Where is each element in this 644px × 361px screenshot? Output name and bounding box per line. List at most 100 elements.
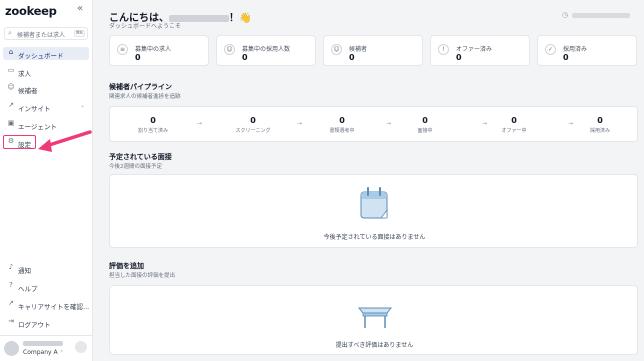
stat-label: 候補者 bbox=[349, 46, 368, 53]
interviews-title: 予定されている面接 bbox=[109, 153, 172, 161]
stage-label: 書類選考中 bbox=[329, 128, 355, 134]
briefcase-icon: ▭ bbox=[7, 66, 15, 74]
search-input[interactable]: ⌕ 候補者または求人 ⌘K bbox=[4, 27, 88, 40]
warning-icon: ! bbox=[438, 44, 449, 55]
sidebar-item-label: 求人 bbox=[18, 70, 31, 78]
stage-value: 0 bbox=[150, 116, 156, 125]
pipeline-stage[interactable]: 0 書類選考中 bbox=[302, 116, 382, 134]
pipeline-subtitle: 関連求人の候補者進捗を追跡 bbox=[109, 94, 181, 100]
stat-value: 0 bbox=[349, 53, 355, 62]
evaluations-empty-message: 提出すべき評価はありません bbox=[335, 342, 414, 349]
sidebar-item-label: 候補者 bbox=[18, 87, 38, 95]
stage-value: 0 bbox=[511, 116, 517, 125]
stage-label: スクリーニング bbox=[235, 128, 271, 134]
stat-value: 0 bbox=[563, 53, 569, 62]
sidebar-item-notifications[interactable]: ♪ 通知 bbox=[3, 262, 89, 275]
logout-icon: ⇥ bbox=[8, 317, 14, 325]
pipeline-stage[interactable]: 0 面接中 bbox=[385, 116, 465, 134]
annotation-arrow bbox=[38, 130, 92, 152]
interviews-panel: 今後予定されている面接はありません bbox=[109, 174, 638, 248]
annotation-highlight-box bbox=[3, 135, 36, 149]
stage-value: 0 bbox=[597, 116, 603, 125]
stat-value: 0 bbox=[135, 53, 141, 62]
pipeline-stage[interactable]: 0 オファー中 bbox=[474, 116, 554, 134]
stat-card-open-headcount[interactable]: ☺ 募集中の採用人数 0 bbox=[216, 35, 316, 66]
sidebar: zookeep « ⌕ 候補者または求人 ⌘K ⌂ ダッシュボード ▭ 求人 ☺… bbox=[0, 0, 93, 361]
main-content: こんにちは、 ！👋 ダッシュボードへようこそ ◷ ≡ 募集中の求人 0 ☺ 募集中… bbox=[93, 0, 644, 361]
sidebar-item-label: ログアウト bbox=[18, 321, 51, 329]
pipeline-panel: 0 割り当て済み → 0 スクリーニング → 0 書類選考中 → 0 面接中 →… bbox=[109, 106, 638, 142]
arrow-right-icon: → bbox=[197, 120, 203, 127]
user-circle-icon: ☺ bbox=[224, 44, 235, 55]
search-placeholder: 候補者または求人 bbox=[17, 32, 66, 39]
stat-card-open-jobs[interactable]: ≡ 募集中の求人 0 bbox=[109, 35, 209, 66]
search-shortcut: ⌘K bbox=[73, 30, 85, 37]
last-updated: ◷ bbox=[562, 11, 632, 19]
avatar bbox=[4, 341, 19, 356]
desk-illustration-icon bbox=[357, 307, 393, 328]
globe-icon[interactable] bbox=[75, 341, 87, 353]
page-subtitle: ダッシュボードへようこそ bbox=[109, 23, 182, 30]
chevron-up-icon: ⌃ bbox=[59, 350, 64, 356]
stat-card-candidates[interactable]: ☺ 候補者 0 bbox=[323, 35, 423, 66]
pipeline-title: 候補者パイプライン bbox=[109, 83, 172, 91]
stat-label: 募集中の求人 bbox=[135, 46, 172, 53]
users-icon: ☺ bbox=[331, 44, 342, 55]
sidebar-item-label: ヘルプ bbox=[18, 285, 38, 293]
interviews-empty-message: 今後予定されている面接はありません bbox=[323, 234, 426, 241]
sidebar-item-logout[interactable]: ⇥ ログアウト bbox=[3, 316, 89, 329]
stat-card-offered[interactable]: ! オファー済み 0 bbox=[430, 35, 530, 66]
stat-label: オファー済み bbox=[456, 46, 493, 53]
sidebar-item-insights[interactable]: ↗ インサイト ⌄ bbox=[3, 100, 89, 113]
user-name-redacted bbox=[23, 341, 63, 346]
agent-icon: ▣ bbox=[7, 119, 15, 127]
company-name: Company A bbox=[23, 349, 58, 356]
stat-value: 0 bbox=[456, 53, 462, 62]
sidebar-item-label: キャリアサイトを確認... bbox=[18, 303, 90, 311]
search-icon: ⌕ bbox=[8, 29, 12, 37]
chart-icon: ↗ bbox=[8, 101, 14, 109]
sidebar-item-label: ダッシュボード bbox=[18, 52, 64, 60]
stage-label: 面接中 bbox=[417, 128, 433, 134]
pipeline-stage[interactable]: 0 採用済み bbox=[565, 116, 635, 134]
sidebar-item-career-site[interactable]: ↗ キャリアサイトを確認... bbox=[3, 298, 89, 311]
evaluations-panel: 提出すべき評価はありません bbox=[109, 285, 638, 355]
stage-value: 0 bbox=[250, 116, 256, 125]
calendar-illustration-icon bbox=[360, 187, 388, 219]
stage-value: 0 bbox=[422, 116, 428, 125]
sidebar-item-label: インサイト bbox=[18, 105, 51, 113]
clock-icon: ◷ bbox=[562, 11, 569, 19]
help-icon: ? bbox=[9, 281, 13, 289]
user-menu[interactable]: Company A ⌃ bbox=[0, 335, 93, 361]
sidebar-item-dashboard[interactable]: ⌂ ダッシュボード bbox=[3, 47, 89, 60]
home-icon: ⌂ bbox=[8, 48, 14, 56]
collapse-sidebar-icon[interactable]: « bbox=[77, 3, 83, 14]
stat-label: 採用済み bbox=[563, 46, 588, 53]
external-link-icon: ↗ bbox=[8, 299, 14, 307]
document-icon: ≡ bbox=[117, 44, 128, 55]
sidebar-item-help[interactable]: ? ヘルプ bbox=[3, 280, 89, 293]
pipeline-stage[interactable]: 0 割り当て済み bbox=[113, 116, 193, 134]
sidebar-item-candidates[interactable]: ☺ 候補者 bbox=[3, 82, 89, 95]
bell-icon: ♪ bbox=[8, 263, 14, 271]
app-logo[interactable]: zookeep bbox=[5, 4, 57, 18]
user-company: Company A ⌃ bbox=[23, 349, 64, 356]
stage-value: 0 bbox=[339, 116, 345, 125]
evaluations-title: 評価を追加 bbox=[109, 262, 144, 270]
last-updated-redacted bbox=[572, 13, 630, 18]
pipeline-stage[interactable]: 0 スクリーニング bbox=[213, 116, 293, 134]
sidebar-item-jobs[interactable]: ▭ 求人 bbox=[3, 65, 89, 78]
stage-label: 割り当て済み bbox=[137, 128, 168, 134]
evaluations-subtitle: 担当した面接の評価を提出 bbox=[109, 273, 176, 279]
check-circle-icon: ✓ bbox=[545, 44, 556, 55]
stage-label: オファー中 bbox=[501, 128, 527, 134]
interviews-subtitle: 今後2週間の面接予定 bbox=[109, 164, 162, 170]
stat-card-hired[interactable]: ✓ 採用済み 0 bbox=[537, 35, 637, 66]
user-icon: ☺ bbox=[7, 83, 15, 91]
chevron-down-icon: ⌄ bbox=[79, 102, 85, 109]
greeting-suffix: ！👋 bbox=[229, 13, 252, 24]
stat-value: 0 bbox=[242, 53, 248, 62]
sidebar-item-label: 通知 bbox=[18, 267, 31, 275]
stage-label: 採用済み bbox=[589, 128, 610, 134]
stat-label: 募集中の採用人数 bbox=[242, 46, 291, 53]
